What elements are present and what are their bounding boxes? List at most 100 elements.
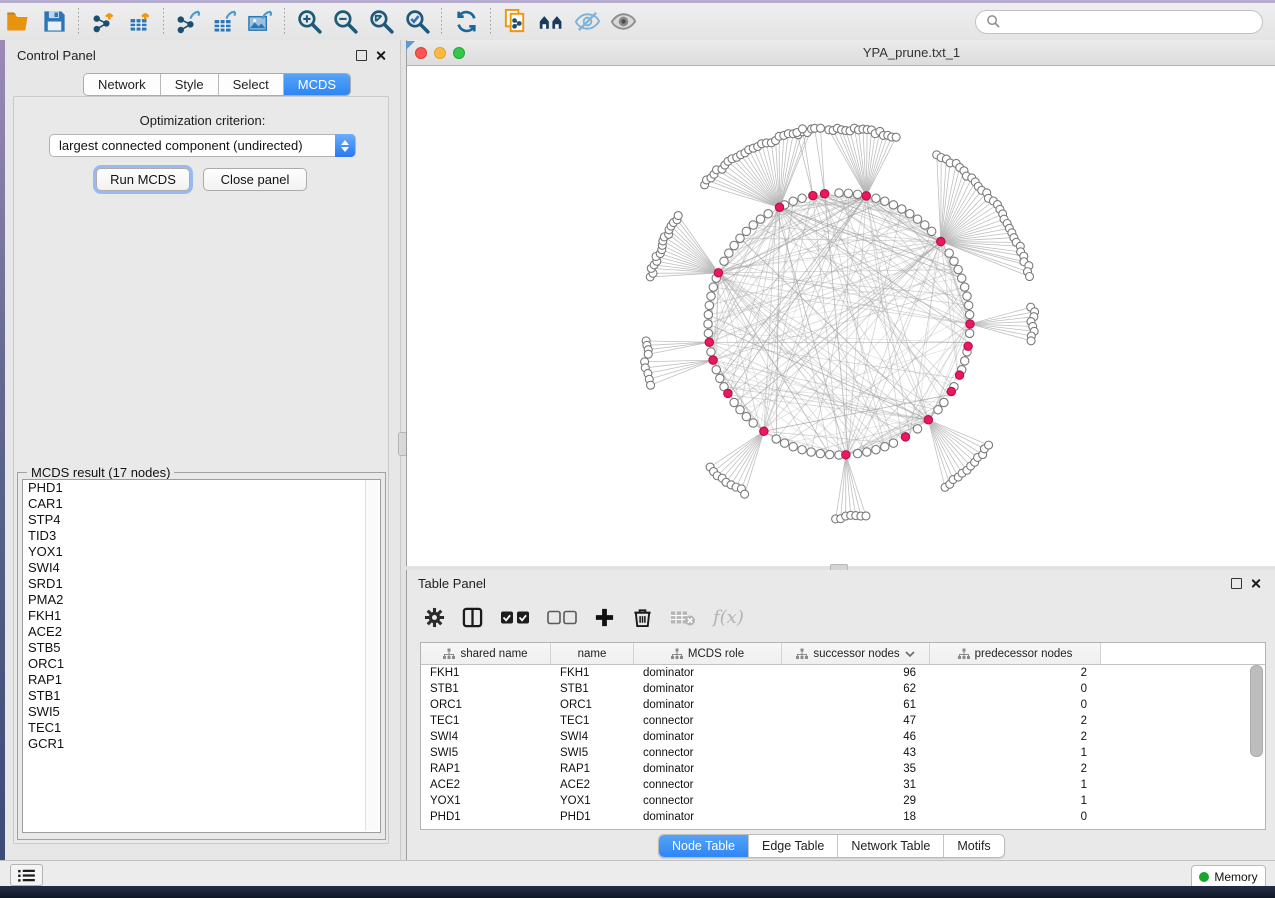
delete-row-button[interactable]: [632, 607, 653, 628]
zoom-out-button[interactable]: [327, 7, 363, 37]
mcds-result-item[interactable]: YOX1: [23, 544, 380, 560]
save-session-icon: [41, 8, 68, 35]
tab-network[interactable]: Network: [84, 74, 161, 95]
cell-MCDS-role: connector: [634, 747, 782, 759]
table-row[interactable]: TEC1TEC1connector472: [421, 713, 1265, 729]
refresh-layout-icon: [453, 8, 480, 35]
deselect-all-button[interactable]: [547, 607, 577, 628]
tab-motifs[interactable]: Motifs: [944, 835, 1003, 857]
tab-edge-table[interactable]: Edge Table: [749, 835, 838, 857]
cell-MCDS-role: connector: [634, 795, 782, 807]
network-window-titlebar[interactable]: YPA_prune.txt_1: [406, 40, 1275, 66]
search-input[interactable]: [975, 10, 1263, 34]
cell-shared-name: SWI5: [421, 747, 551, 759]
float-panel-icon[interactable]: [356, 50, 367, 61]
cell-shared-name: FKH1: [421, 667, 551, 679]
tab-select[interactable]: Select: [219, 74, 284, 95]
mcds-result-item[interactable]: PMA2: [23, 592, 380, 608]
mcds-result-item[interactable]: SWI5: [23, 704, 380, 720]
select-all-button[interactable]: [500, 607, 530, 628]
table-scrollbar-thumb[interactable]: [1250, 665, 1263, 757]
table-row[interactable]: SWI4SWI4dominator462: [421, 729, 1265, 745]
cell-predecessor-nodes: 2: [930, 715, 1101, 727]
tab-mcds[interactable]: MCDS: [284, 74, 350, 95]
column-header-name[interactable]: name: [551, 643, 634, 664]
close-panel-button[interactable]: Close panel: [203, 168, 307, 191]
optimization-criterion-select[interactable]: largest connected component (undirected): [49, 134, 356, 157]
zoom-fit-button[interactable]: [363, 7, 399, 37]
show-all-button[interactable]: [605, 7, 641, 37]
mcds-result-item[interactable]: STB5: [23, 640, 380, 656]
mcds-result-item[interactable]: TEC1: [23, 720, 380, 736]
table-row[interactable]: RAP1RAP1dominator352: [421, 761, 1265, 777]
table-type-tabs: Node TableEdge TableNetwork TableMotifs: [658, 834, 1005, 858]
mcds-result-item[interactable]: ACE2: [23, 624, 380, 640]
desktop-bottom-edge: [0, 886, 1275, 898]
first-neighbors-icon: [538, 8, 565, 35]
add-row-icon: [594, 607, 615, 628]
mcds-result-item[interactable]: SWI4: [23, 560, 380, 576]
cell-predecessor-nodes: 2: [930, 763, 1101, 775]
mcds-result-item[interactable]: ORC1: [23, 656, 380, 672]
save-session-button[interactable]: [36, 7, 72, 37]
column-header-shared-name[interactable]: shared name: [421, 643, 551, 664]
table-row[interactable]: ORC1ORC1dominator610: [421, 697, 1265, 713]
close-table-panel-icon[interactable]: [1250, 578, 1261, 589]
table-row[interactable]: STB1STB1dominator620: [421, 681, 1265, 697]
export-image-button[interactable]: [242, 7, 278, 37]
toolbar-separator: [163, 8, 164, 36]
columns-button[interactable]: [462, 607, 483, 628]
close-panel-icon[interactable]: [375, 50, 386, 61]
refresh-layout-button[interactable]: [448, 7, 484, 37]
import-network-button[interactable]: [85, 7, 121, 37]
cell-MCDS-role: dominator: [634, 763, 782, 775]
run-mcds-button[interactable]: Run MCDS: [96, 168, 190, 191]
float-table-panel-icon[interactable]: [1231, 578, 1242, 589]
toolbar-separator: [284, 8, 285, 36]
import-table-button[interactable]: [121, 7, 157, 37]
mcds-result-item[interactable]: SRD1: [23, 576, 380, 592]
task-history-button[interactable]: [10, 864, 43, 886]
cell-predecessor-nodes: 0: [930, 683, 1101, 695]
new-network-from-selection-button[interactable]: [497, 7, 533, 37]
active-window-corner-icon: [406, 41, 415, 50]
function-builder-icon: f(x): [713, 607, 744, 628]
open-session-button[interactable]: [0, 7, 36, 37]
zoom-in-button[interactable]: [291, 7, 327, 37]
tab-style[interactable]: Style: [161, 74, 219, 95]
toolbar-separator: [78, 8, 79, 36]
first-neighbors-button[interactable]: [533, 7, 569, 37]
control-panel-tabs: NetworkStyleSelectMCDS: [83, 73, 351, 96]
mcds-result-list[interactable]: PHD1CAR1STP4TID3YOX1SWI4SRD1PMA2FKH1ACE2…: [22, 479, 381, 833]
column-header-MCDS-role[interactable]: MCDS role: [634, 643, 782, 664]
table-row[interactable]: ACE2ACE2connector311: [421, 777, 1265, 793]
zoom-selected-button[interactable]: [399, 7, 435, 37]
network-graph[interactable]: [406, 66, 1275, 566]
mcds-result-item[interactable]: RAP1: [23, 672, 380, 688]
mcds-result-item[interactable]: FKH1: [23, 608, 380, 624]
mcds-result-item[interactable]: STP4: [23, 512, 380, 528]
network-window-title: YPA_prune.txt_1: [407, 45, 1275, 60]
mcds-list-scrollbar[interactable]: [365, 480, 379, 830]
export-table-button[interactable]: [206, 7, 242, 37]
delete-table-button[interactable]: [670, 607, 696, 628]
table-row[interactable]: SWI5SWI5connector431: [421, 745, 1265, 761]
table-row[interactable]: YOX1YOX1connector291: [421, 793, 1265, 809]
tab-node-table[interactable]: Node Table: [659, 835, 749, 857]
column-header-predecessor-nodes[interactable]: predecessor nodes: [930, 643, 1101, 664]
column-header-successor-nodes[interactable]: successor nodes: [782, 643, 930, 664]
table-row[interactable]: FKH1FKH1dominator962: [421, 665, 1265, 681]
tab-network-table[interactable]: Network Table: [838, 835, 944, 857]
mcds-result-item[interactable]: TID3: [23, 528, 380, 544]
mcds-result-item[interactable]: STB1: [23, 688, 380, 704]
settings-gear-button[interactable]: [424, 607, 445, 628]
add-row-button[interactable]: [594, 607, 615, 628]
hide-selected-button[interactable]: [569, 7, 605, 37]
export-network-button[interactable]: [170, 7, 206, 37]
function-builder-button[interactable]: f(x): [713, 607, 744, 628]
table-row[interactable]: PHD1PHD1dominator180: [421, 809, 1265, 825]
mcds-result-item[interactable]: CAR1: [23, 496, 380, 512]
table-header-row: shared namenameMCDS rolesuccessor nodesp…: [421, 643, 1265, 665]
mcds-result-item[interactable]: PHD1: [23, 480, 380, 496]
mcds-result-item[interactable]: GCR1: [23, 736, 380, 752]
